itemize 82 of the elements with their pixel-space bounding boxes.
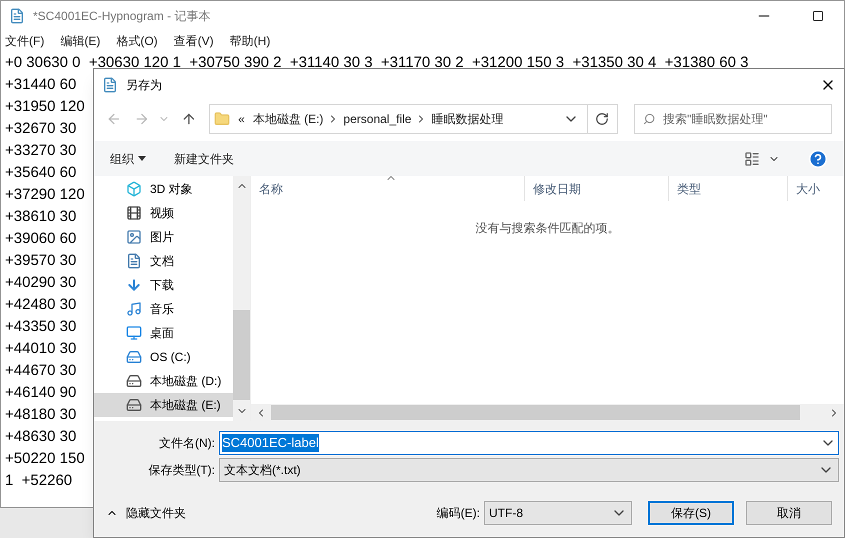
view-options-icon[interactable] [744,150,760,166]
hide-folders-button[interactable]: 隐藏文件夹 [106,504,186,522]
dialog-title: 另存为 [126,76,162,94]
drive-icon [126,373,142,389]
nav-item[interactable]: 本地磁盘 (D:) [94,369,233,393]
folder-icon [214,111,230,127]
maximize-icon[interactable] [812,10,824,22]
text-line: +48180 30 [5,405,76,425]
column-header[interactable]: 类型 [669,176,788,201]
field-label: 编码(E): [436,505,480,522]
refresh-icon[interactable] [595,112,610,126]
text-line: +33270 30 [5,141,76,161]
notepad-icon [102,76,118,92]
window-title: *SC4001EC-Hypnogram - 记事本 [33,8,210,25]
search-icon [642,112,656,126]
save-button[interactable]: 保存(S) [648,501,734,525]
menu-item[interactable]: 帮助(H) [230,32,270,50]
menu-item[interactable]: 编辑(E) [60,32,100,50]
music-note-icon [126,301,142,317]
scrollbar-thumb[interactable] [233,310,250,400]
cancel-button[interactable]: 取消 [746,501,832,525]
column-header[interactable]: 修改日期 [525,176,669,201]
breadcrumb-item[interactable]: 睡眠数据处理 [431,110,504,128]
nav-item[interactable]: 音乐 [94,297,233,321]
encoding-dropdown[interactable]: UTF-8 [484,501,632,525]
text-line: +31440 60 [5,75,76,95]
new-folder-button[interactable]: 新建文件夹 [174,150,234,168]
text-line: +0 30630 0 +30630 120 1 +30750 390 2 +31140 30 3 +31170 30 2 +31200 150 3 +31350 30 4 +31380 60 3 [5,53,748,73]
text-line: +40290 30 [5,273,76,293]
address-bar[interactable]: « 本地磁盘 (E:) personal_file 睡眠数据处理 [209,104,618,134]
breadcrumb-item[interactable]: personal_file [343,110,412,128]
menu-item[interactable]: 文件(F) [5,32,44,50]
text-line: +42480 30 [5,295,76,315]
selected-text: SC4001EC-label [222,434,319,452]
nav-item[interactable]: 视频 [94,201,233,225]
help-icon[interactable] [808,148,828,168]
text-line: +43350 30 [5,317,76,337]
drive-icon [126,349,142,365]
cube-icon [126,181,142,197]
text-line: +50220 150 [5,449,85,469]
search-field[interactable]: 搜索"睡眠数据处理" [634,104,832,134]
scrollbar-thumb[interactable] [271,405,800,420]
menu-item[interactable]: 格式(O) [116,32,158,50]
text-line: +37290 120 [5,185,85,205]
caret-icon [138,156,146,161]
field-label: 文件名(N): [158,434,215,452]
nav-item[interactable]: 文档 [94,249,233,273]
organize-button[interactable]: 组织 [110,150,146,168]
text-line: +44010 30 [5,339,76,359]
file-type-dropdown[interactable]: 文本文档(*.txt) [219,458,839,482]
nav-item[interactable]: 下载 [94,273,233,297]
text-line: 1 +52260 [5,471,72,491]
drive-icon [126,397,142,413]
text-line: +44670 30 [5,361,76,381]
text-line: +31950 120 [5,97,85,117]
text-line: +39570 30 [5,251,76,271]
breadcrumb-item[interactable]: « [238,110,245,128]
column-header[interactable]: 大小 [788,176,844,201]
text-line: +48630 30 [5,427,76,447]
text-line: +32670 30 [5,119,76,139]
empty-message: 没有与搜索条件匹配的项。 [476,220,620,237]
nav-item[interactable]: 本地磁盘 (E:) [94,393,233,417]
search-input[interactable]: 搜索"睡眠数据处理" [663,110,823,128]
notepad-icon [9,8,25,24]
menu-item[interactable]: 查看(V) [174,32,214,50]
text-line: +35640 60 [5,163,76,183]
picture-icon [126,229,142,245]
text-line: +39060 60 [5,229,76,249]
field-label: 保存类型(T): [147,462,215,478]
file-name-field[interactable]: SC4001EC-label [219,430,839,454]
nav-item[interactable]: 图片 [94,225,233,249]
down-arrow-icon [126,277,142,293]
text-line: +46140 90 [5,383,76,403]
nav-item[interactable]: OS (C:) [94,345,233,369]
text-line: +38610 30 [5,207,76,227]
monitor-icon [126,325,142,341]
nav-item[interactable]: 桌面 [94,321,233,345]
breadcrumb-item[interactable]: 本地磁盘 (E:) [252,110,324,128]
column-header[interactable]: 名称 [251,176,525,201]
document-icon [126,253,142,269]
film-icon [126,205,142,221]
nav-item[interactable]: 3D 对象 [94,177,233,201]
